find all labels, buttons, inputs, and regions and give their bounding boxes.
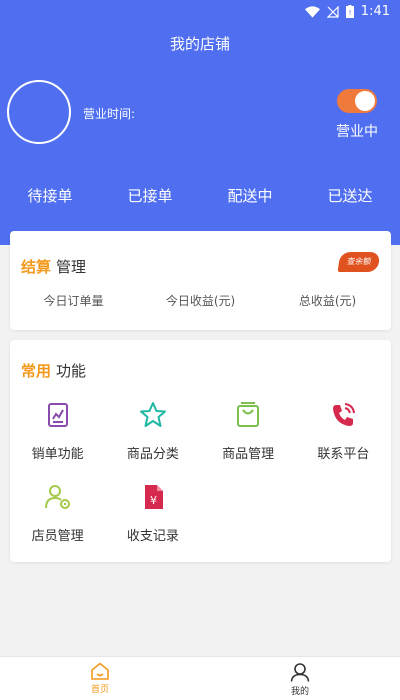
phone-icon [333, 403, 356, 426]
settlement-stats: 今日订单量 今日收益(元) 总收益(元) [10, 292, 391, 309]
wifi-icon [304, 5, 320, 18]
settlement-title-accent: 结算 [21, 258, 52, 276]
func-income-expense-records[interactable]: ¥ 收支记录 [105, 482, 200, 544]
functions-grid: 销单功能 商品分类 商品管理 联系平台 店员管理 ¥ 收支记录 [10, 400, 391, 544]
header: ! 1:41 我的店铺 营业时间: 营业中 待接单 已接单 配送中 已送达 [0, 0, 400, 245]
no-signal-icon [326, 5, 339, 18]
home-icon [91, 662, 109, 680]
func-label: 店员管理 [31, 529, 84, 544]
user-icon [290, 663, 310, 682]
func-product-category[interactable]: 商品分类 [105, 400, 200, 462]
func-product-management[interactable]: 商品管理 [201, 400, 296, 462]
star-icon [139, 402, 166, 427]
func-contact-platform[interactable]: 联系平台 [296, 400, 391, 462]
bottom-nav: 首页 我的 [0, 656, 400, 700]
func-label: 联系平台 [317, 447, 370, 462]
func-label: 商品管理 [222, 447, 275, 462]
toggle-knob [355, 91, 375, 111]
tab-delivered-orders[interactable]: 已送达 [300, 185, 400, 206]
chart-document-icon [47, 403, 68, 427]
tab-pending-orders[interactable]: 待接单 [0, 185, 100, 206]
svg-text:!: ! [348, 9, 351, 17]
func-label: 销单功能 [31, 447, 84, 462]
functions-title: 常用 功能 [21, 360, 86, 381]
tab-delivering-orders[interactable]: 配送中 [200, 185, 300, 206]
business-hours-label: 营业时间: [83, 107, 136, 121]
status-bar: ! 1:41 [0, 0, 400, 26]
store-avatar[interactable] [7, 80, 71, 144]
nav-mine-label: 我的 [290, 687, 309, 697]
func-staff-management[interactable]: 店员管理 [10, 482, 105, 544]
func-cancel-order[interactable]: 销单功能 [10, 400, 105, 462]
shopping-bag-icon [237, 402, 260, 427]
battery-icon: ! [345, 5, 354, 18]
nav-home[interactable]: 首页 [0, 657, 200, 700]
func-label: 商品分类 [126, 447, 179, 462]
business-status-label: 营业中 [336, 124, 378, 140]
order-tabs: 待接单 已接单 配送中 已送达 [0, 185, 400, 206]
stat-today-revenue[interactable]: 今日收益(元) [137, 292, 264, 309]
staff-gear-icon [44, 485, 70, 509]
svg-text:¥: ¥ [150, 494, 157, 507]
func-label: 收支记录 [126, 529, 179, 544]
stat-total-revenue[interactable]: 总收益(元) [264, 292, 391, 309]
functions-title-rest: 功能 [56, 362, 87, 380]
tab-accepted-orders[interactable]: 已接单 [100, 185, 200, 206]
settlement-title-rest: 管理 [56, 258, 87, 276]
status-time: 1:41 [360, 4, 390, 19]
settlement-card: 结算 管理 查余额 今日订单量 今日收益(元) 总收益(元) [10, 231, 391, 330]
yuan-document-icon: ¥ [144, 485, 163, 509]
nav-home-label: 首页 [90, 685, 109, 695]
functions-title-accent: 常用 [21, 362, 52, 380]
settlement-title: 结算 管理 [21, 256, 86, 277]
page-title: 我的店铺 [169, 35, 230, 53]
check-balance-button[interactable]: 查余额 [337, 252, 381, 272]
stat-today-orders[interactable]: 今日订单量 [10, 292, 137, 309]
functions-card: 常用 功能 销单功能 商品分类 商品管理 联系平台 店员管理 ¥ 收支记录 [10, 340, 391, 562]
business-status-toggle[interactable] [337, 89, 377, 113]
nav-mine[interactable]: 我的 [200, 657, 400, 700]
